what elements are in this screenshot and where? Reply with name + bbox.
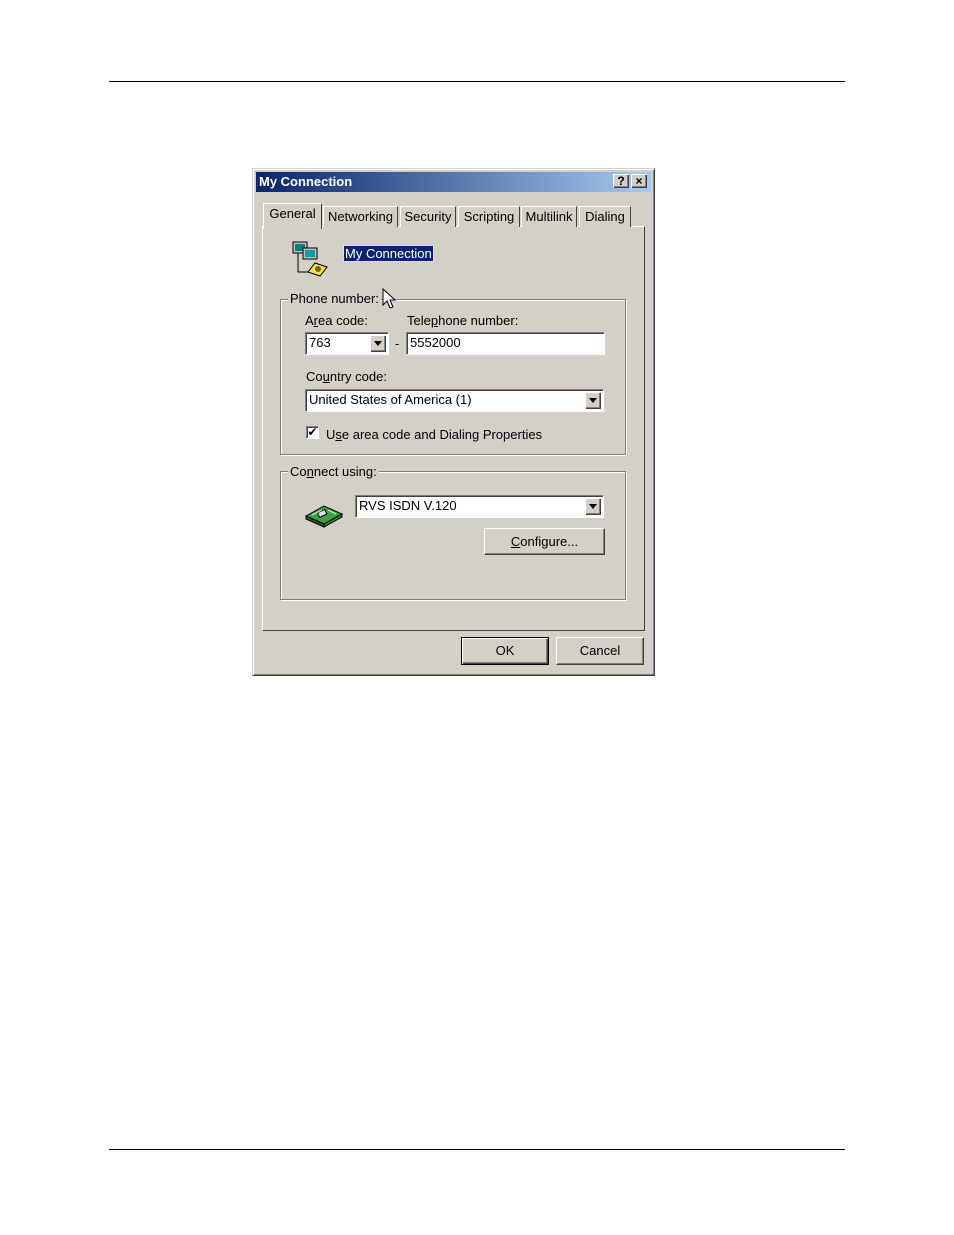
tab-general[interactable]: General (263, 203, 322, 229)
ok-button[interactable]: OK (461, 637, 549, 665)
use-area-code-label[interactable]: Use area code and Dialing Properties (326, 427, 542, 442)
area-code-dropdown-button[interactable] (370, 335, 386, 352)
page-bottom-rule (109, 1149, 845, 1150)
isdn-device-icon (304, 505, 344, 528)
tab-scripting[interactable]: Scripting (458, 206, 520, 227)
phone-separator: - (395, 336, 400, 351)
phone-number-legend: Phone number: (288, 291, 381, 306)
country-code-label: Country code: (306, 369, 387, 384)
connection-name[interactable]: My Connection (343, 245, 434, 262)
dialup-connection-icon (292, 241, 328, 277)
device-combobox[interactable]: RVS ISDN V.120 (355, 495, 604, 518)
area-code-value: 763 (309, 335, 331, 350)
page-top-rule (109, 81, 845, 82)
tab-security[interactable]: Security (400, 206, 456, 227)
device-dropdown-button[interactable] (585, 498, 601, 515)
telephone-number-input[interactable]: 5552000 (406, 332, 605, 355)
tab-dialing[interactable]: Dialing (579, 206, 631, 227)
title-bar[interactable]: My Connection ? × (256, 172, 651, 192)
cancel-button[interactable]: Cancel (556, 637, 644, 665)
connect-using-legend: Connect using: (288, 464, 379, 479)
country-code-combobox[interactable]: United States of America (1) (305, 389, 604, 412)
tab-networking[interactable]: Networking (323, 206, 398, 227)
area-code-combobox[interactable]: 763 (305, 332, 389, 355)
tab-multilink[interactable]: Multilink (521, 206, 577, 227)
telephone-number-value: 5552000 (410, 335, 461, 350)
area-code-label: Area code: (305, 313, 368, 328)
device-value: RVS ISDN V.120 (359, 498, 457, 513)
close-button[interactable]: × (631, 174, 647, 188)
telephone-number-label: Telephone number: (407, 313, 519, 328)
use-area-code-checkbox[interactable]: ✔ (306, 426, 319, 439)
configure-button[interactable]: Configure... (484, 528, 605, 555)
country-code-dropdown-button[interactable] (585, 392, 601, 409)
dialog-title: My Connection (259, 174, 353, 189)
help-button[interactable]: ? (613, 174, 629, 188)
mouse-cursor-icon (382, 288, 396, 309)
country-code-value: United States of America (1) (309, 392, 472, 407)
